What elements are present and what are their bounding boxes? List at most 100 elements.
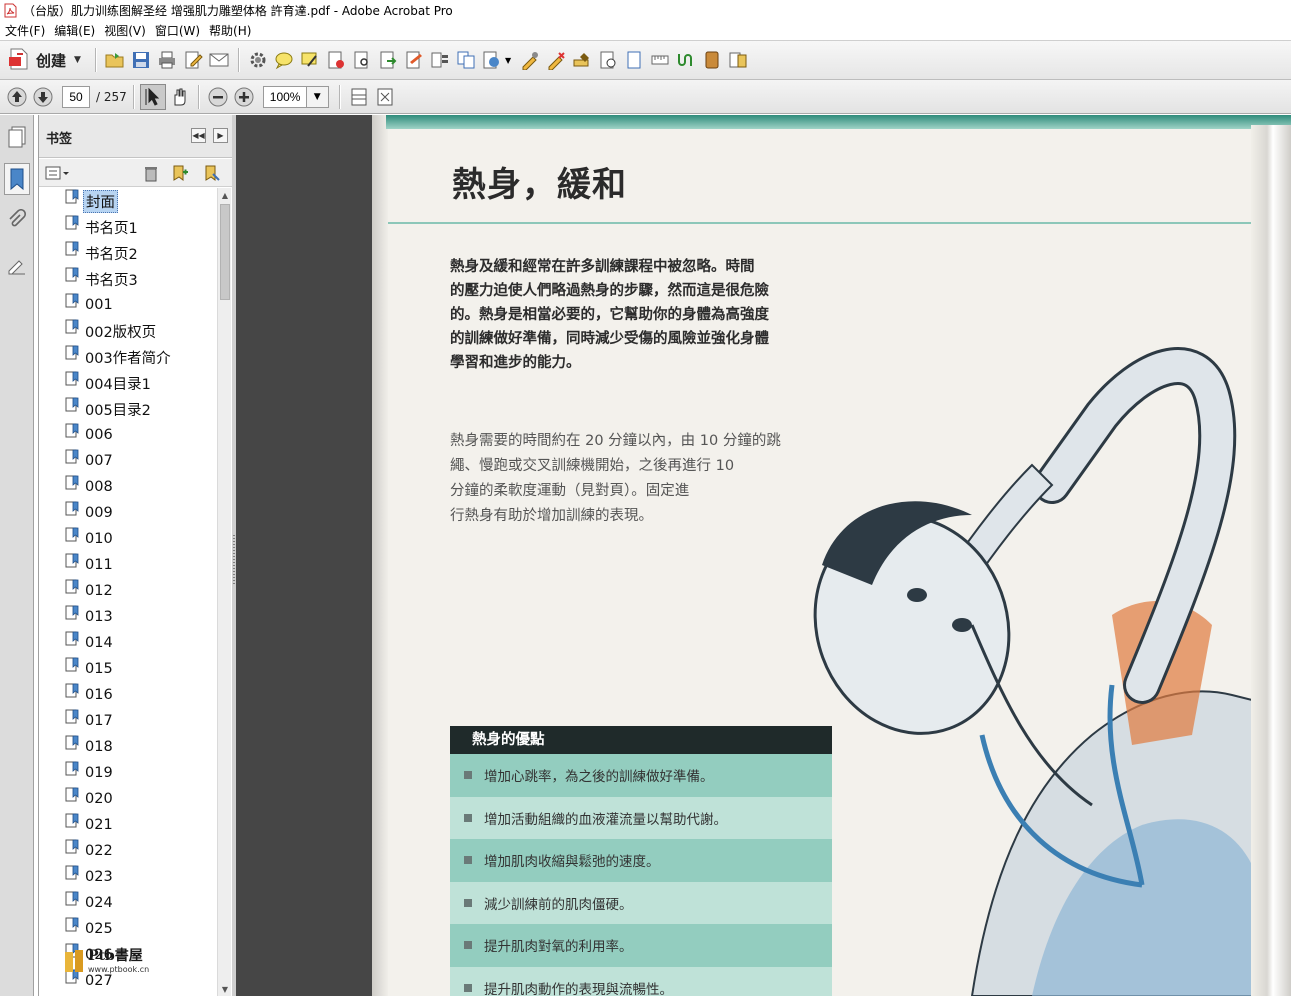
bookmark-label: 书名页1 [85,220,138,237]
bookmark-item[interactable]: 002版权页 [45,318,215,344]
measure-button[interactable] [647,47,673,73]
bookmark-item[interactable]: 003作者简介 [45,344,215,370]
bookmark-item[interactable]: 006 [45,422,215,448]
page-number-input[interactable]: 50 [62,85,90,108]
bookmarks-scrollbar[interactable]: ▲ ▼ [217,188,231,996]
bookmark-item[interactable]: 017 [45,708,215,734]
bookmark-item[interactable]: 013 [45,604,215,630]
hand-icon [174,88,186,105]
create-button[interactable]: 创建 ▼ [2,45,89,75]
bookmark-item[interactable]: 021 [45,812,215,838]
bookmark-item[interactable]: 004目录1 [45,370,215,396]
settings-button[interactable] [245,47,271,73]
fit-width-icon [351,88,367,105]
bookmark-item[interactable]: 008 [45,474,215,500]
bookmark-item[interactable]: 书名页3 [45,266,215,292]
attachments-panel-button[interactable] [4,207,30,235]
find-button[interactable] [349,47,375,73]
bookmarks-header: 书签 ◀◀ ▶ [39,115,233,158]
bookmark-item[interactable]: 009 [45,500,215,526]
bookmark-tag-icon [205,165,220,181]
open-button[interactable] [102,47,128,73]
sign-button[interactable] [401,47,427,73]
fit-page-button[interactable] [346,84,372,110]
bookmark-properties-button[interactable] [203,164,221,185]
redact-button[interactable] [543,47,569,73]
combine-button[interactable] [453,47,479,73]
options-menu-button[interactable] [45,164,71,185]
hand-tool-button[interactable] [166,84,192,110]
bookmark-item[interactable]: 012 [45,578,215,604]
email-button[interactable] [206,47,232,73]
bookmark-item[interactable]: 014 [45,630,215,656]
bookmark-item[interactable]: 025 [45,916,215,942]
scroll-thumb[interactable] [220,204,230,300]
zoom-input[interactable]: 100% [262,85,307,108]
bookmark-item[interactable]: 019 [45,760,215,786]
bookmark-item[interactable]: 024 [45,890,215,916]
menu-file[interactable]: 文件(F) [2,22,51,39]
bookmark-item[interactable]: 封面 [45,188,215,214]
bookmark-item[interactable]: 016 [45,682,215,708]
zoom-out-button[interactable] [205,84,231,110]
signatures-panel-button[interactable] [4,251,30,279]
bookmark-item[interactable]: 001 [45,292,215,318]
page-spine-shadow [372,115,388,996]
menu-window[interactable]: 窗口(W) [152,22,206,39]
document-info-button[interactable] [595,47,621,73]
menu-edit[interactable]: 编辑(E) [51,22,101,39]
delete-bookmark-button[interactable] [142,164,160,185]
bookmark-item[interactable]: 005目录2 [45,396,215,422]
square-bullet-icon [464,941,472,950]
new-bookmark-button[interactable] [171,164,189,185]
bookmark-item[interactable]: 书名页1 [45,214,215,240]
collapse-panel-button[interactable]: ◀◀ [191,128,206,143]
notebook-button[interactable] [699,47,725,73]
bookmark-item[interactable]: 011 [45,552,215,578]
comment-button[interactable] [271,47,297,73]
previous-page-button[interactable] [4,84,30,110]
bookmark-page-icon [65,891,79,906]
bookmark-item[interactable]: 022 [45,838,215,864]
export-button[interactable] [375,47,401,73]
scroll-down-icon[interactable]: ▼ [218,982,232,996]
zoom-in-button[interactable] [231,84,257,110]
toolbar-separator [94,48,96,72]
bookmark-item[interactable]: 020 [45,786,215,812]
delete-pages-button[interactable] [323,47,349,73]
scroll-up-icon[interactable]: ▲ [218,188,232,202]
benefit-text: 提升肌肉動作的表現與流暢性。 [484,981,673,996]
bookmark-item[interactable]: 015 [45,656,215,682]
menu-help[interactable]: 帮助(H) [206,22,257,39]
full-screen-button[interactable] [372,84,398,110]
bookmark-item[interactable]: 007 [45,448,215,474]
bookmarks-panel-button[interactable] [4,163,30,195]
bookmark-label: 007 [85,453,113,469]
bookmark-item[interactable]: 023 [45,864,215,890]
highlight-button[interactable] [297,47,323,73]
menu-view[interactable]: 视图(V) [101,22,152,39]
portfolio-button[interactable] [725,47,751,73]
print-button[interactable] [154,47,180,73]
select-tool-button[interactable] [139,83,166,110]
edit-button[interactable] [180,47,206,73]
pages-panel-button[interactable] [4,123,30,151]
next-page-button[interactable] [30,84,56,110]
web-button[interactable] [479,47,505,73]
bookmark-item[interactable]: 018 [45,734,215,760]
security-button[interactable] [517,47,543,73]
stamp-button[interactable] [569,47,595,73]
bookmark-page-icon [65,215,79,230]
expand-panel-button[interactable]: ▶ [213,128,228,143]
action-wizard-button[interactable] [673,47,699,73]
zoom-select[interactable]: 100% ▼ [262,85,329,108]
bookmark-item[interactable]: 010 [45,526,215,552]
chevron-down-icon[interactable]: ▼ [306,85,329,108]
form-button[interactable] [427,47,453,73]
save-button[interactable] [128,47,154,73]
chevron-down-icon[interactable]: ▼ [505,56,511,65]
bookmark-item[interactable]: 书名页2 [45,240,215,266]
blank-page-button[interactable] [621,47,647,73]
bookmark-label: 012 [85,583,113,599]
benefit-item: 增加肌肉收縮與鬆弛的速度。 [450,839,832,882]
